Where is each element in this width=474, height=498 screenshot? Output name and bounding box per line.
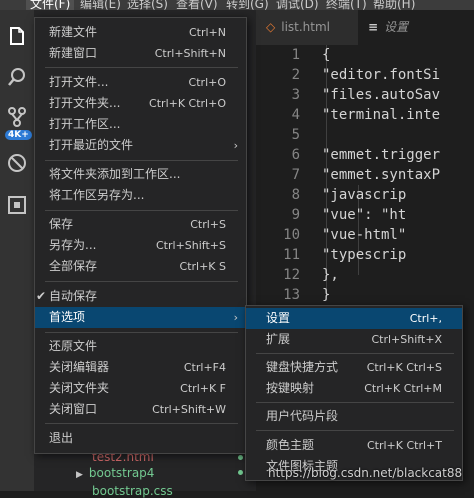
menu-item-open-folder[interactable]: 打开文件夹... Ctrl+K Ctrl+O (35, 93, 246, 114)
menu-item-exit[interactable]: 退出 (35, 428, 246, 449)
submenu-item-extensions[interactable]: 扩展 Ctrl+Shift+X (246, 329, 462, 350)
menu-bar: 文件(F) 编辑(E) 选择(S) 查看(V) 转到(G) 调试(D) 终端(T… (0, 0, 474, 10)
menu-separator (45, 423, 238, 424)
tab-label: list.html (281, 20, 331, 34)
menu-item-close-folder[interactable]: 关闭文件夹 Ctrl+K F (35, 378, 246, 399)
file-menu-dropdown: 新建文件 Ctrl+N 新建窗口 Ctrl+Shift+N 打开文件... Ctrl+… (34, 17, 247, 454)
menu-separator (45, 210, 238, 211)
menu-separator (256, 353, 454, 354)
menu-item-preferences[interactable]: 首选项 › (35, 307, 246, 328)
code-line: 3 "files.autoSav (291, 87, 441, 103)
submenu-item-user-snippets[interactable]: 用户代码片段 (246, 406, 462, 427)
settings-file-icon: ≡ (368, 20, 379, 34)
editor-tabs: ◇ list.html ≡ 设置 (256, 10, 474, 45)
code-line: 5 (291, 127, 300, 143)
menu-separator (45, 160, 238, 161)
tab-label: 设置 (384, 20, 409, 34)
code-line: 13} (283, 287, 331, 303)
debug-icon[interactable] (5, 152, 29, 176)
chevron-right-icon: › (233, 139, 238, 152)
menu-item-auto-save[interactable]: ✔ 自动保存 (35, 286, 246, 307)
chevron-right-icon: ▶ (76, 470, 83, 480)
menu-separator (256, 402, 454, 403)
menu-item-close-window[interactable]: 关闭窗口 Ctrl+Shift+W (35, 399, 246, 420)
menu-item-open-recent[interactable]: 打开最近的文件 › (35, 135, 246, 156)
menu-separator (45, 281, 238, 282)
checkmark-icon: ✔ (35, 289, 47, 303)
code-line: 12 }, (283, 267, 339, 283)
tree-item-label: bootstrap4 (88, 466, 155, 480)
menu-file[interactable]: 文件(F) (26, 0, 75, 10)
menu-item-save-all[interactable]: 全部保存 Ctrl+K S (35, 256, 246, 277)
menu-item-open-workspace[interactable]: 打开工作区... (35, 114, 246, 135)
submenu-item-keymaps[interactable]: 按键映射 Ctrl+K Ctrl+M (246, 378, 462, 399)
menu-item-open-file[interactable]: 打开文件... Ctrl+O (35, 72, 246, 93)
source-control-badge: 4K+ (5, 130, 32, 140)
menu-item-save-workspace-as[interactable]: 将工作区另存为... (35, 185, 246, 206)
tree-item-bootstrap4[interactable]: ▶ bootstrap4 (76, 466, 154, 480)
menu-item-revert-file[interactable]: 还原文件 (35, 336, 246, 357)
source-control-icon[interactable] (5, 106, 29, 130)
tab-settings[interactable]: ≡ 设置 (358, 10, 474, 45)
modified-dot-icon (238, 455, 243, 460)
menu-separator (256, 430, 454, 431)
menu-selection[interactable]: 选择(S) (127, 0, 168, 10)
menu-help[interactable]: 帮助(H) (373, 0, 415, 10)
menu-view[interactable]: 查看(V) (176, 0, 218, 10)
code-line: 7 "emmet.syntaxP (291, 167, 441, 183)
activity-bar: 4K+ (0, 10, 34, 491)
menu-go[interactable]: 转到(G) (226, 0, 269, 10)
code-line: 11 "typescrip (283, 247, 407, 263)
watermark-text: https://blog.csdn.net/blackcat88 (268, 466, 463, 480)
menu-separator (45, 332, 238, 333)
code-line: 2 "editor.fontSi (291, 67, 441, 83)
menu-item-new-window[interactable]: 新建窗口 Ctrl+Shift+N (35, 43, 246, 64)
code-line: 1{ (291, 47, 331, 63)
submenu-item-settings[interactable]: 设置 Ctrl+, (246, 308, 462, 329)
preferences-submenu: 设置 Ctrl+, 扩展 Ctrl+Shift+X 键盘快捷方式 Ctrl+K Ctr… (245, 305, 463, 481)
menu-item-save[interactable]: 保存 Ctrl+S (35, 214, 246, 235)
menu-debug[interactable]: 调试(D) (276, 0, 319, 10)
code-line: 10 "vue-html" (283, 227, 407, 243)
extensions-icon[interactable] (5, 194, 29, 218)
code-line: 9 "vue": "ht (291, 207, 407, 223)
menu-edit[interactable]: 编辑(E) (80, 0, 121, 10)
explorer-icon[interactable] (5, 26, 29, 50)
menu-item-add-folder-to-workspace[interactable]: 将文件夹添加到工作区... (35, 164, 246, 185)
chevron-right-icon: › (233, 311, 238, 324)
menu-item-close-editor[interactable]: 关闭编辑器 Ctrl+F4 (35, 357, 246, 378)
html-file-icon: ◇ (266, 20, 276, 34)
tab-list-html[interactable]: ◇ list.html (256, 10, 358, 45)
search-icon[interactable] (5, 66, 29, 90)
tree-item-bootstrap-css[interactable]: bootstrap.css (92, 484, 173, 498)
menu-terminal[interactable]: 终端(T) (326, 0, 367, 10)
menu-separator (45, 67, 238, 68)
code-line: 8 "javascrip (291, 187, 407, 203)
modified-dot-icon (238, 470, 243, 475)
submenu-item-color-theme[interactable]: 颜色主题 Ctrl+K Ctrl+T (246, 435, 462, 456)
menu-item-save-as[interactable]: 另存为... Ctrl+Shift+S (35, 235, 246, 256)
menu-item-new-file[interactable]: 新建文件 Ctrl+N (35, 22, 246, 43)
code-line: 6 "emmet.trigger (291, 147, 441, 163)
submenu-item-keyboard-shortcuts[interactable]: 键盘快捷方式 Ctrl+K Ctrl+S (246, 357, 462, 378)
code-line: 4 "terminal.inte (291, 107, 441, 123)
